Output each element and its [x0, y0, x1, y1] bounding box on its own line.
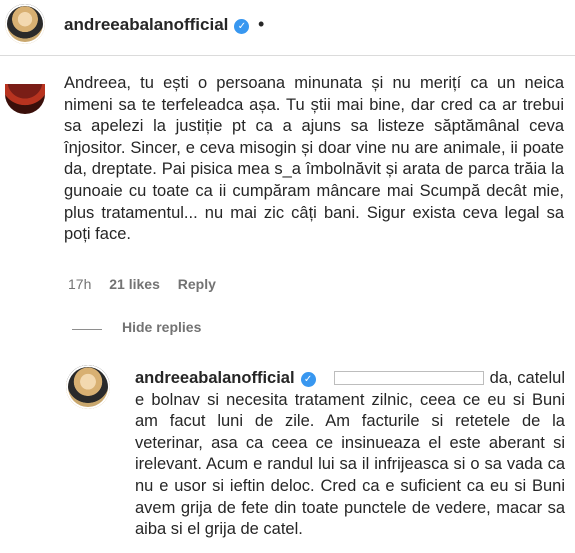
separator-dot: •: [258, 14, 265, 34]
comment-text: Andreea, tu ești o persoana minunata și …: [64, 74, 564, 244]
reply-text: catelul e bolnav si necesita tratament z…: [135, 369, 565, 539]
redacted-mention: [333, 371, 484, 385]
reply-item: andreeabalanofficial ✓ da, catelul e bolna…: [135, 368, 565, 541]
verified-badge-icon: ✓: [300, 372, 316, 387]
verified-badge-icon: ✓: [234, 19, 250, 34]
comment-likes[interactable]: 21 likes: [109, 276, 160, 292]
reply-author-name[interactable]: andreeabalanofficial: [135, 369, 295, 387]
author-name[interactable]: andreeabalanofficial ✓: [64, 15, 250, 35]
reply-button[interactable]: Reply: [178, 276, 216, 292]
replies-divider: [72, 329, 102, 330]
reply-author-avatar[interactable]: [66, 365, 110, 409]
author-username[interactable]: andreeabalanofficial: [64, 15, 228, 34]
hide-replies-button[interactable]: Hide replies: [122, 319, 201, 335]
reply-text-start: da,: [489, 369, 513, 387]
comment-meta: 17h 21 likes Reply: [68, 276, 230, 292]
author-avatar[interactable]: [5, 4, 45, 44]
commenter-avatar[interactable]: [5, 84, 45, 114]
comment-time: 17h: [68, 276, 92, 292]
post-header: andreeabalanofficial ✓ •: [0, 0, 575, 56]
